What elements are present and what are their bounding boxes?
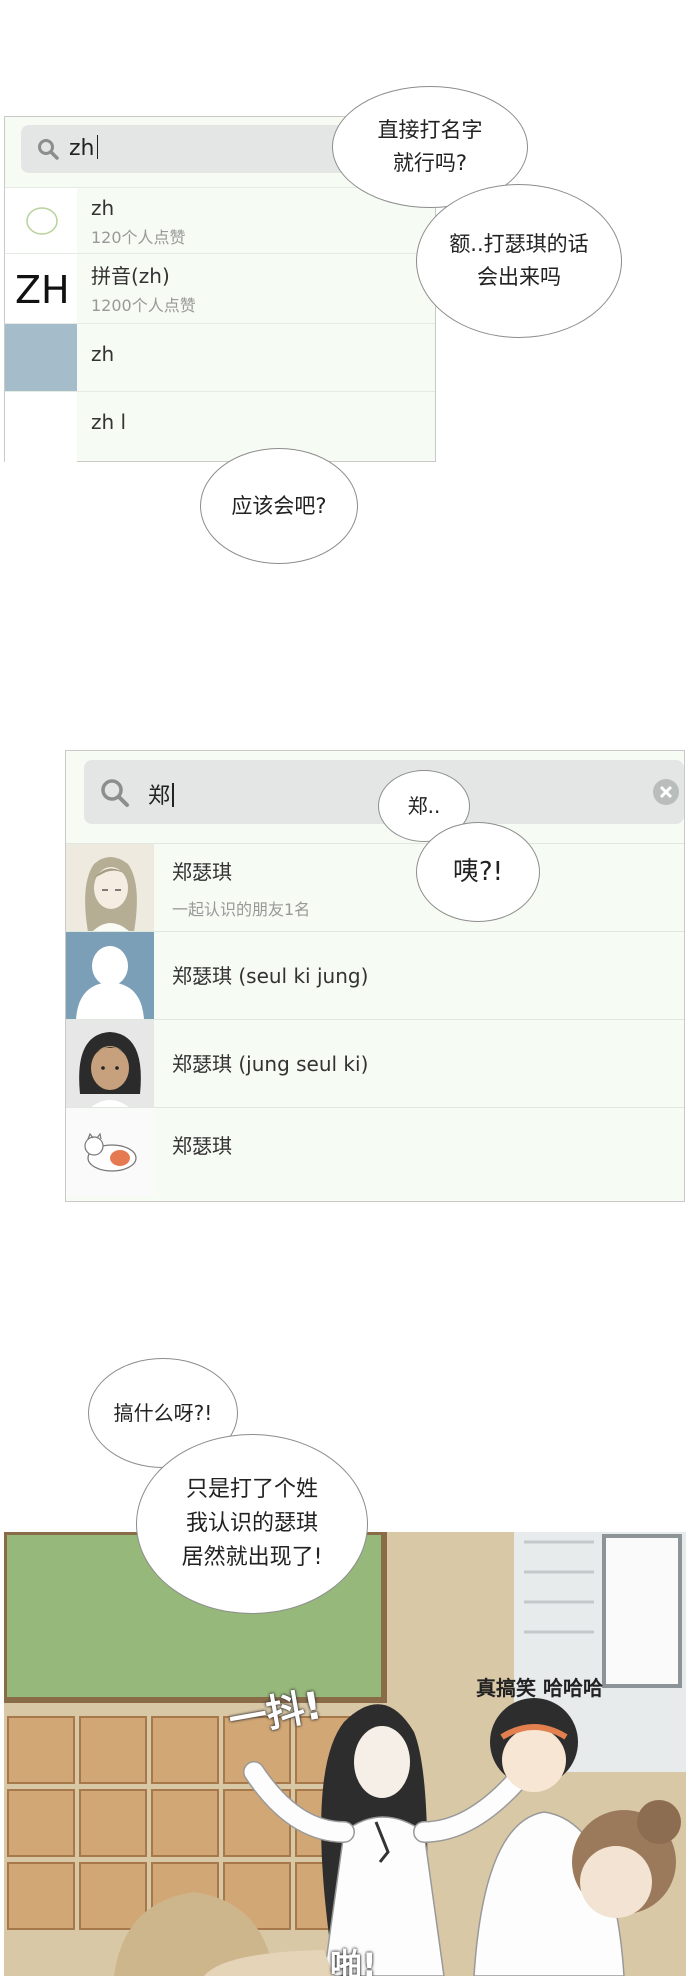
circle-icon bbox=[26, 207, 58, 235]
result-title: 拼音(zh) bbox=[91, 264, 170, 288]
speech-bubble: 咦?! bbox=[416, 822, 540, 922]
result-name: 郑瑟琪 bbox=[172, 860, 232, 884]
result-title: zh bbox=[91, 342, 115, 366]
result-name: 郑瑟琪 (seul ki jung) bbox=[172, 964, 369, 988]
clear-icon[interactable] bbox=[652, 778, 680, 806]
list-item[interactable]: zh bbox=[5, 323, 435, 392]
search-query: 郑 bbox=[148, 784, 171, 809]
speech-bubble: 额..打瑟琪的话 会出来吗 bbox=[416, 184, 622, 338]
speech-bubble: 只是打了个姓 我认识的瑟琪 居然就出现了! bbox=[136, 1434, 368, 1614]
list-item[interactable]: 郑瑟琪 一起认识的朋友1名 bbox=[66, 843, 684, 932]
avatar bbox=[66, 932, 154, 1020]
result-subtitle: 120个人点赞 bbox=[91, 228, 186, 247]
zh-thumb-text: ZH bbox=[15, 268, 70, 312]
result-title: zh l bbox=[91, 410, 127, 434]
text-cursor bbox=[96, 135, 98, 159]
result-thumbnail bbox=[5, 188, 77, 254]
avatar bbox=[66, 844, 154, 932]
list-item[interactable]: ZH 拼音(zh) 1200个人点赞 bbox=[5, 253, 435, 324]
result-name: 郑瑟琪 bbox=[172, 1134, 232, 1158]
result-thumbnail bbox=[5, 392, 77, 462]
search-icon bbox=[101, 779, 129, 807]
sfx-bottom: 啪! bbox=[330, 1946, 377, 1976]
sfx-laugh: 真搞笑 哈哈哈 bbox=[476, 1676, 603, 1700]
result-name: 郑瑟琪 (jung seul ki) bbox=[172, 1052, 369, 1076]
search-query: zh bbox=[69, 136, 95, 161]
result-subtitle: 一起认识的朋友1名 bbox=[172, 900, 311, 919]
avatar bbox=[66, 1108, 154, 1196]
speech-bubble: 应该会吧? bbox=[200, 448, 358, 564]
classroom-panel: 一抖! 真搞笑 哈哈哈 啪! bbox=[4, 1532, 686, 1976]
list-item[interactable]: 郑瑟琪 (jung seul ki) bbox=[66, 1019, 684, 1108]
result-subtitle: 1200个人点赞 bbox=[91, 296, 196, 315]
search-panel-2: 郑 郑瑟琪 一起认识的朋友1名 郑瑟琪 (seul ki jung) 郑瑟琪 (… bbox=[65, 750, 685, 1202]
cat-icon bbox=[84, 1132, 137, 1172]
result-thumbnail: ZH bbox=[5, 254, 77, 324]
result-title: zh bbox=[91, 196, 115, 220]
search-icon bbox=[38, 139, 59, 160]
girl-portrait-icon bbox=[85, 857, 137, 932]
avatar bbox=[66, 1020, 154, 1108]
classroom-illustration bbox=[4, 1532, 686, 1976]
result-thumbnail bbox=[5, 324, 77, 392]
default-person-icon bbox=[76, 946, 144, 1020]
girl-portrait-icon bbox=[79, 1032, 141, 1108]
text-cursor bbox=[172, 783, 174, 807]
list-item[interactable]: zh 120个人点赞 bbox=[5, 187, 435, 254]
list-item[interactable]: 郑瑟琪 (seul ki jung) bbox=[66, 931, 684, 1020]
list-item[interactable]: 郑瑟琪 bbox=[66, 1107, 684, 1196]
list-item[interactable]: zh l bbox=[5, 391, 435, 462]
